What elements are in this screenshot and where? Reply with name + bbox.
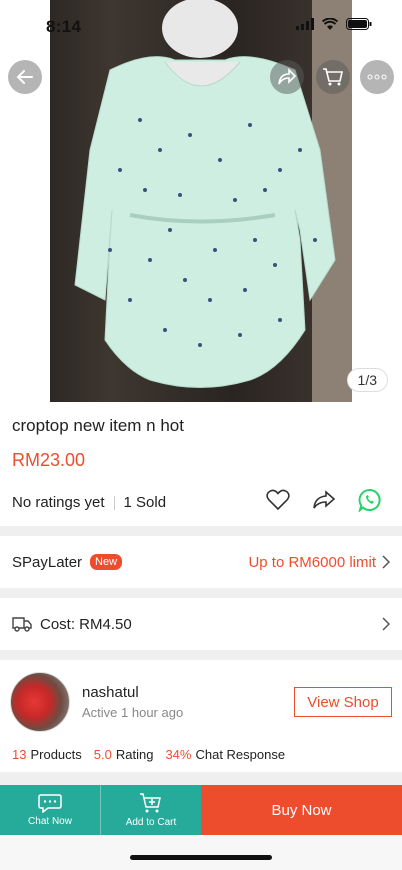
shop-card: nashatul Active 1 hour ago View Shop 13 P… [0,660,402,772]
sold-count: 1 Sold [123,494,167,511]
add-to-cart-label: Add to Cart [125,817,177,828]
product-actions [266,488,382,512]
product-price: RM23.00 [12,450,86,470]
chevron-right-icon [382,555,390,569]
blouse-image [74,0,336,388]
chat-response-value: 34% [165,747,192,762]
products-count: 13 [12,747,27,762]
shop-avatar[interactable] [10,672,70,732]
cart-icon [323,68,343,86]
chat-response-label: Chat Response [195,747,286,762]
shop-stats: 13 Products 5.0 Rating 34% Chat Response [12,747,285,762]
add-to-cart-button[interactable]: Add to Cart [100,785,201,835]
chat-now-button[interactable]: Chat Now [0,785,100,835]
arrow-left-icon [16,70,33,84]
wifi-icon [322,18,338,30]
product-meta: No ratings yet 1 Sold [12,494,166,511]
shop-name: nashatul [82,684,139,701]
rating-label: Rating [115,747,154,762]
spaylater-label: SPayLater [12,553,83,571]
shop-products-stat: 13 Products [12,747,82,762]
more-button[interactable] [360,60,394,94]
shop-rating-stat: 5.0 Rating [94,747,154,762]
bottom-action-bar: Chat Now Add to Cart Buy Now [0,785,402,835]
truck-icon [12,617,32,632]
products-label: Products [30,747,82,762]
share-icon [278,68,297,85]
cart-plus-icon [140,793,161,813]
shipping-cost: Cost: RM4.50 [40,615,132,633]
spaylater-row[interactable]: SPayLater New Up to RM6000 limit [0,536,402,588]
status-icons [296,18,372,30]
heart-icon[interactable] [266,489,290,511]
home-indicator-area [0,835,402,870]
product-image-gallery[interactable]: 8:14 1/3 [0,0,402,402]
cart-button[interactable] [316,60,350,94]
image-page-indicator: 1/3 [346,368,388,392]
meta-divider [113,495,115,510]
chat-now-label: Chat Now [28,816,72,827]
status-time: 8:14 [46,17,82,36]
signal-icon [296,18,314,30]
shipping-row[interactable]: Cost: RM4.50 [0,598,402,650]
back-button[interactable] [8,60,42,94]
ratings-text: No ratings yet [12,494,105,511]
product-info-card: croptop new item n hot RM23.00 No rating… [0,402,402,526]
chat-icon [38,794,62,813]
share-icon[interactable] [312,490,336,510]
share-button[interactable] [270,60,304,94]
view-shop-button[interactable]: View Shop [294,687,392,717]
buy-now-button[interactable]: Buy Now [201,785,402,835]
status-bar: 8:14 [0,0,402,52]
home-indicator[interactable] [130,855,272,860]
product-photo[interactable] [50,0,352,402]
chevron-right-icon [382,617,390,631]
product-title: croptop new item n hot [12,416,184,435]
whatsapp-icon[interactable] [358,488,382,512]
more-icon [367,74,387,80]
shop-chat-stat: 34% Chat Response [165,747,285,762]
battery-icon [346,18,372,30]
rating-value: 5.0 [93,747,112,762]
spaylater-limit: Up to RM6000 limit [248,553,376,571]
new-badge: New [90,554,123,570]
shop-active-status: Active 1 hour ago [82,705,184,720]
